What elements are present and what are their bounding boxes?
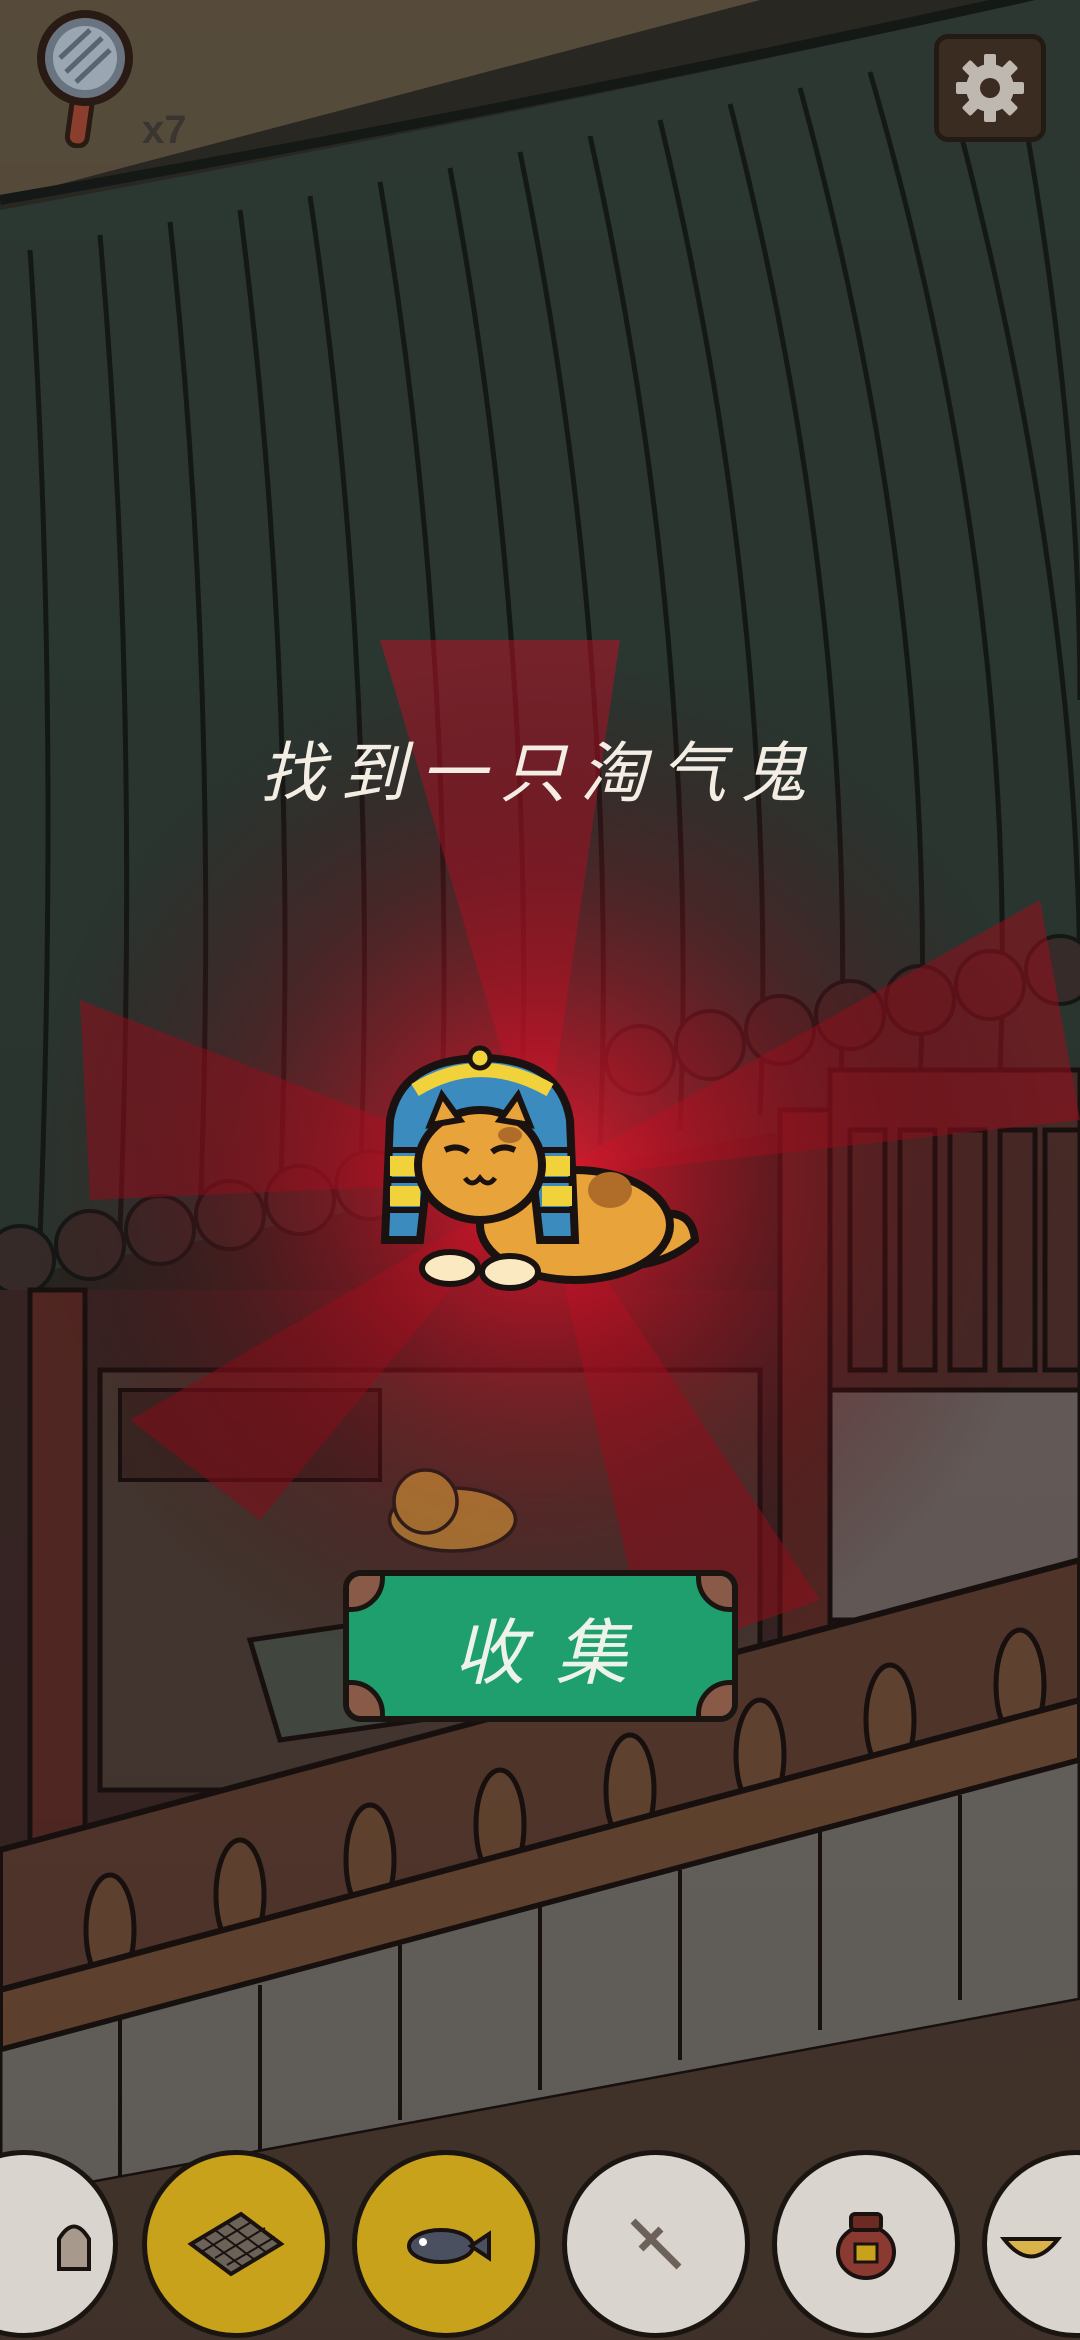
button-corner-ornament [349,1576,385,1612]
gear-icon [956,54,1024,122]
tray-slot-fish[interactable] [352,2150,540,2338]
tray-slot-dagger[interactable] [562,2150,750,2338]
tray-slot-pot[interactable] [772,2150,960,2338]
hint-count: x7 [142,108,187,152]
pot-icon [836,2212,896,2280]
button-corner-ornament [349,1680,385,1716]
collection-tray [0,2140,1080,2340]
bowl-icon [999,2237,1063,2259]
found-message: 找到一只淘气鬼 [260,735,820,812]
fish-icon [407,2228,491,2264]
collect-button[interactable]: 收集 [343,1570,738,1722]
game-screen: x7 找到一只淘气鬼 收集 [0,0,1080,2340]
hint-magnifier[interactable]: x7 [30,8,187,158]
collect-button-label: 收集 [453,1610,658,1695]
button-corner-ornament [696,1680,732,1716]
go-board-icon [187,2211,285,2277]
pharaoh-cat-icon [380,1045,700,1291]
tray-slot-ghost[interactable] [0,2150,118,2338]
tray-slot-bowl[interactable] [982,2150,1080,2338]
ghost-icon [57,2224,91,2271]
tray-slot-go-board[interactable] [142,2150,330,2338]
magnifier-icon [37,10,133,149]
settings-button[interactable] [934,34,1046,142]
button-corner-ornament [696,1576,732,1612]
dagger-icon [630,2218,682,2270]
